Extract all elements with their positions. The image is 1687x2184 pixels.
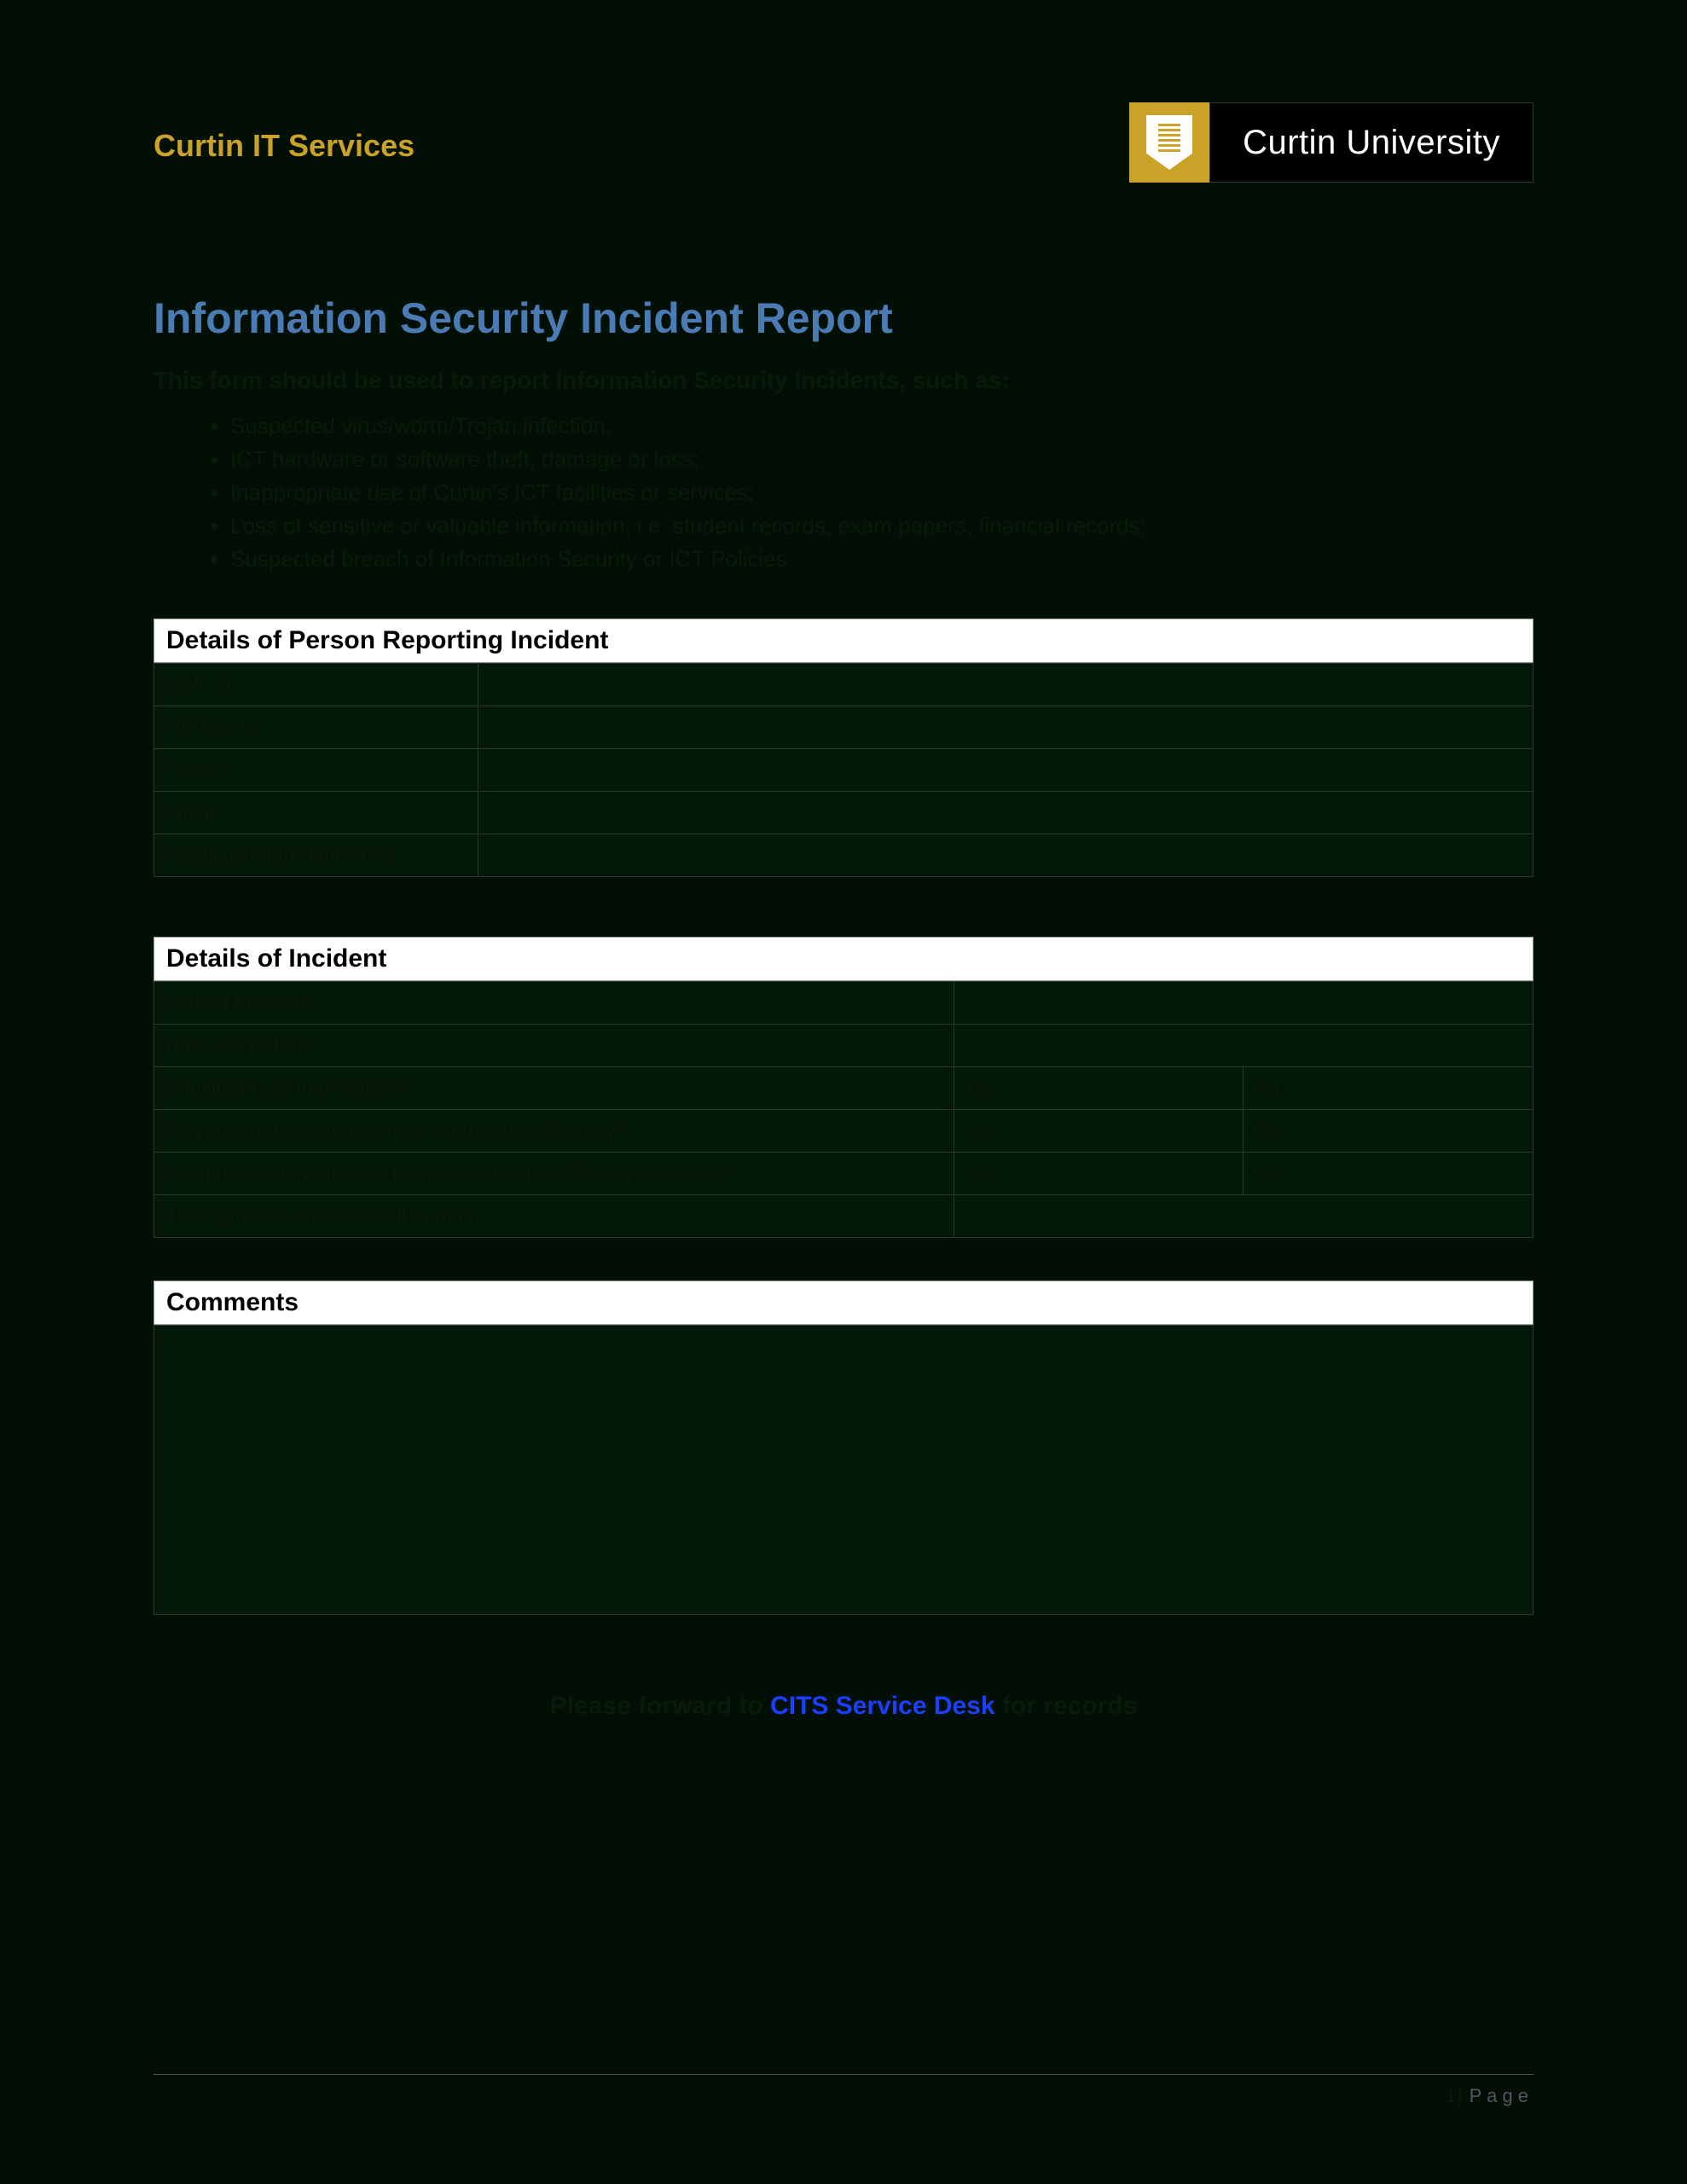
yes-option[interactable]: Yes — [954, 1067, 1244, 1110]
section-incident-heading: Details of Incident — [154, 937, 1533, 981]
service-desk-link[interactable]: CITS Service Desk — [770, 1692, 994, 1720]
department-name: Curtin IT Services — [154, 128, 415, 164]
question-label: Has this Incident already been reported … — [154, 1153, 954, 1195]
shield-icon — [1129, 102, 1209, 183]
page-title: Information Security Incident Report — [154, 293, 1533, 343]
forward-pre: Please forward to — [550, 1692, 770, 1720]
incident-date-field[interactable] — [954, 982, 1533, 1025]
question-label: Do you need assistance from Information … — [154, 1110, 954, 1153]
footer: 1|Page — [154, 2074, 1533, 2107]
field-label: Email: — [154, 792, 478, 834]
reporter-table: Staff ID: Full Name: Phone: Email: Facul… — [154, 663, 1533, 877]
question-label: Is Incident still in progress? — [154, 1067, 954, 1110]
list-item: Suspected virus/worm/Trojan infection; — [230, 410, 1533, 443]
forward-post: for records — [995, 1692, 1138, 1720]
incident-time-field[interactable] — [954, 1025, 1533, 1067]
list-item: Inappropriate use of Curtin's ICT facili… — [230, 476, 1533, 509]
intro-text: This form should be used to report Infor… — [154, 367, 1533, 394]
footer-rule — [154, 2074, 1533, 2075]
section-comments-heading: Comments — [154, 1281, 1533, 1325]
no-option[interactable]: No — [1244, 1110, 1533, 1153]
incident-table: Date of Incident: Time of Incident: Is I… — [154, 981, 1533, 1238]
comments-field[interactable] — [154, 1325, 1533, 1615]
page-number: 1|Page — [154, 2085, 1533, 2107]
yes-option[interactable]: Yes — [954, 1110, 1244, 1153]
phone-field[interactable] — [478, 749, 1533, 792]
field-label: Date of Incident: — [154, 982, 954, 1025]
header: Curtin IT Services Curtin University — [154, 102, 1533, 183]
field-label: Time of Incident: — [154, 1025, 954, 1067]
university-name: Curtin University — [1209, 102, 1533, 183]
list-item: Loss of sensitive or valuable informatio… — [230, 509, 1533, 543]
faculty-field[interactable] — [478, 834, 1533, 877]
no-option[interactable]: No — [1244, 1067, 1533, 1110]
field-label: If Yes, provide Service Call number: — [154, 1195, 954, 1238]
field-label: Faculty/Department/Area: — [154, 834, 478, 877]
field-label: Full Name: — [154, 706, 478, 749]
forward-instruction: Please forward to CITS Service Desk for … — [154, 1692, 1533, 1721]
list-item: ICT hardware or software theft, damage o… — [230, 443, 1533, 476]
no-option[interactable]: No — [1244, 1153, 1533, 1195]
incident-type-list: Suspected virus/worm/Trojan infection; I… — [230, 410, 1533, 576]
university-logo: Curtin University — [1129, 102, 1533, 183]
full-name-field[interactable] — [478, 706, 1533, 749]
field-label: Phone: — [154, 749, 478, 792]
section-reporter-heading: Details of Person Reporting Incident — [154, 619, 1533, 663]
yes-option[interactable]: Yes — [954, 1153, 1244, 1195]
staff-id-field[interactable] — [478, 664, 1533, 706]
field-label: Staff ID: — [154, 664, 478, 706]
list-item: Suspected breach of Information Security… — [230, 543, 1533, 576]
email-field[interactable] — [478, 792, 1533, 834]
service-call-field[interactable] — [954, 1195, 1533, 1238]
